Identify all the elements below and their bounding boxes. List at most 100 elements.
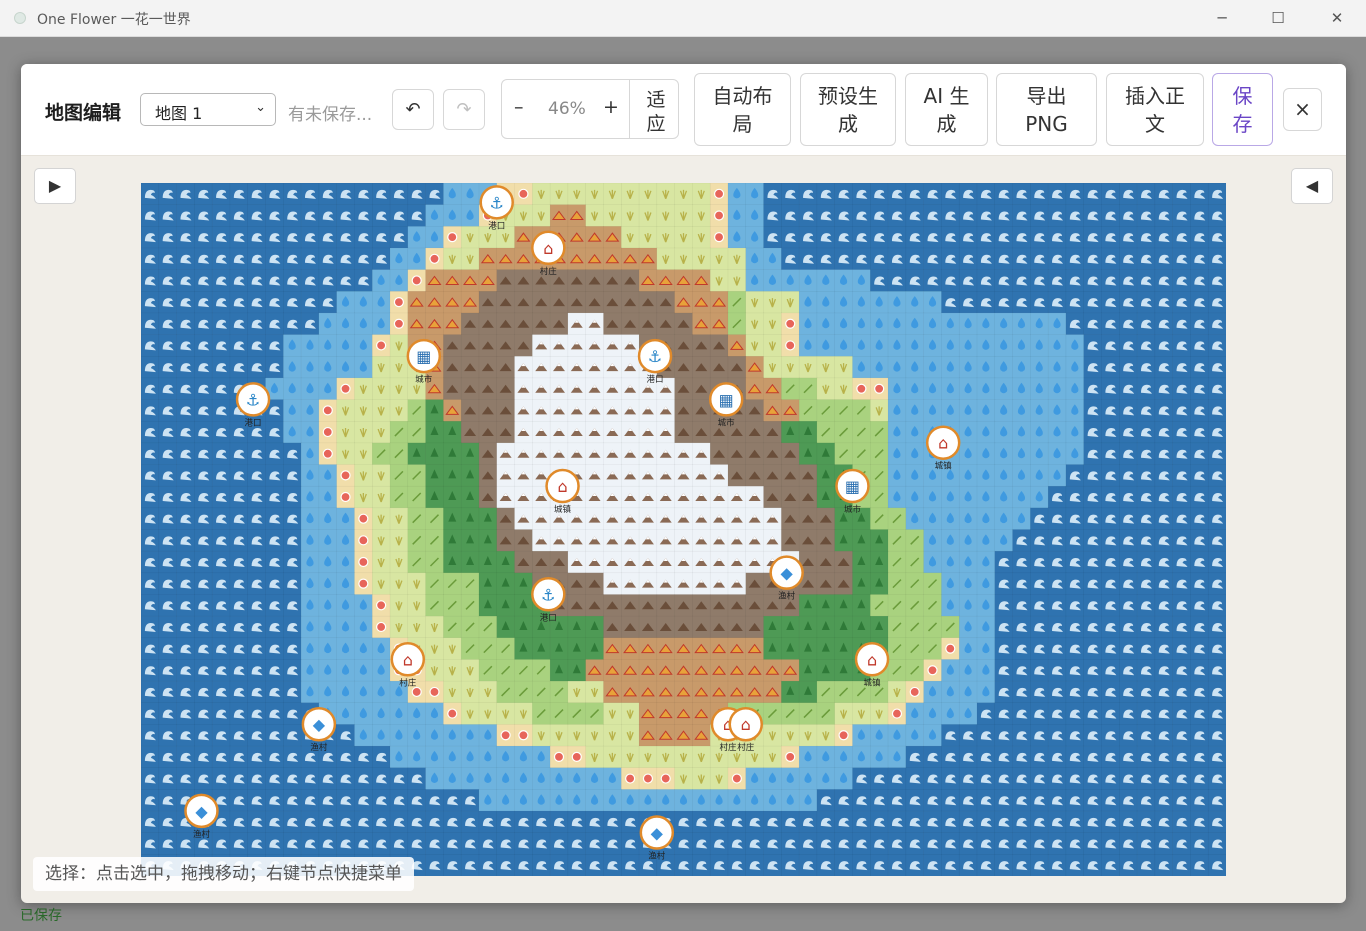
- wave-tile: [1119, 442, 1138, 466]
- hill-tile: [478, 247, 498, 271]
- wave-tile: [141, 507, 160, 531]
- wave-tile: [265, 247, 284, 271]
- droplet-tile: [958, 356, 978, 379]
- plain-tile: [834, 399, 854, 422]
- grass-tile: [674, 767, 693, 790]
- snow-mountain-tile: [603, 550, 622, 574]
- plain-tile: [460, 637, 480, 660]
- wave-tile: [265, 637, 284, 660]
- mountain-tile: [727, 356, 747, 379]
- wave-tile: [1190, 269, 1209, 292]
- close-window-icon[interactable]: ✕: [1323, 6, 1351, 30]
- wave-tile: [1101, 507, 1120, 531]
- fit-button[interactable]: 适应: [638, 88, 674, 136]
- wave-tile: [300, 269, 320, 292]
- tree-tile: [496, 594, 516, 617]
- wave-tile: [1172, 745, 1191, 769]
- insert-text-button[interactable]: 插入正文: [1106, 73, 1204, 146]
- tree-tile: [478, 594, 498, 617]
- wave-tile: [763, 183, 782, 206]
- left-panel-toggle[interactable]: ▶: [34, 168, 76, 204]
- wave-tile: [247, 745, 267, 769]
- minimize-icon[interactable]: ─: [1208, 6, 1236, 30]
- maximize-icon[interactable]: ☐: [1264, 6, 1292, 30]
- droplet-tile: [300, 550, 320, 574]
- zoom-out-button[interactable]: –: [514, 96, 524, 118]
- snow-mountain-tile: [567, 334, 587, 357]
- wave-tile: [1207, 572, 1226, 596]
- droplet-tile: [478, 724, 498, 747]
- ai-generate-button[interactable]: AI 生成: [905, 73, 988, 146]
- map-canvas[interactable]: ⚓港口⌂村庄▦城市⚓港口⚓港口▦城市⌂城镇⌂城镇▦城市◆渔村⚓港口⌂村庄⌂城镇◆…: [141, 183, 1226, 876]
- droplet-tile: [941, 659, 960, 682]
- snow-mountain-tile: [603, 572, 622, 596]
- droplet-tile: [976, 377, 996, 401]
- droplet-tile: [532, 789, 551, 812]
- droplet-tile: [567, 767, 587, 790]
- beach-tile: [425, 247, 444, 271]
- close-dialog-button[interactable]: ×: [1283, 88, 1322, 131]
- save-button[interactable]: 保存: [1212, 73, 1273, 146]
- plain-tile: [407, 507, 427, 531]
- tree-tile: [816, 615, 836, 639]
- droplet-tile: [1047, 442, 1067, 466]
- beach-tile: [638, 767, 658, 790]
- wave-tile: [958, 854, 978, 876]
- droplet-tile: [976, 550, 996, 574]
- mountain-tile: [638, 312, 658, 336]
- snow-mountain-tile: [656, 529, 676, 552]
- wave-tile: [1047, 247, 1067, 271]
- tree-tile: [852, 572, 871, 596]
- hill-tile: [460, 269, 480, 292]
- wave-tile: [300, 789, 320, 812]
- tree-tile: [443, 507, 462, 531]
- snow-mountain-tile: [620, 507, 640, 531]
- mountain-tile: [478, 442, 498, 466]
- wave-tile: [1172, 680, 1191, 704]
- grass-tile: [443, 659, 462, 682]
- wave-tile: [158, 247, 178, 271]
- droplet-tile: [318, 356, 338, 379]
- wave-tile: [300, 312, 320, 336]
- wave-tile: [1136, 724, 1156, 747]
- droplet-tile: [905, 485, 925, 509]
- snow-mountain-tile: [727, 485, 747, 509]
- zoom-in-button[interactable]: +: [603, 96, 619, 118]
- wave-tile: [300, 247, 320, 271]
- tree-tile: [514, 594, 533, 617]
- mountain-tile: [656, 594, 676, 617]
- hill-tile: [727, 334, 747, 357]
- wave-tile: [1083, 442, 1103, 466]
- wave-tile: [176, 377, 195, 401]
- auto-layout-button[interactable]: 自动布局: [694, 73, 791, 146]
- wave-tile: [1154, 183, 1174, 206]
- wave-tile: [1207, 550, 1226, 574]
- wave-tile: [425, 854, 444, 876]
- wave-tile: [141, 724, 160, 747]
- wave-tile: [1172, 485, 1191, 509]
- wave-tile: [229, 767, 249, 790]
- wave-tile: [283, 810, 302, 834]
- beach-icon: [642, 773, 654, 784]
- preset-generate-button[interactable]: 预设生成: [800, 73, 896, 146]
- wave-tile: [834, 789, 854, 812]
- mountain-tile: [443, 334, 462, 357]
- wave-tile: [1154, 594, 1174, 617]
- mountain-tile: [638, 291, 658, 314]
- wave-tile: [1154, 507, 1174, 531]
- export-png-button[interactable]: 导出 PNG: [996, 73, 1097, 146]
- droplet-tile: [958, 464, 978, 487]
- wave-tile: [141, 550, 160, 574]
- undo-button[interactable]: ↶: [392, 89, 434, 130]
- snow-mountain-tile: [709, 572, 729, 596]
- droplet-tile: [834, 291, 854, 314]
- wave-tile: [1065, 247, 1085, 271]
- wave-tile: [1065, 507, 1085, 531]
- hill-tile: [603, 637, 622, 660]
- map-select[interactable]: 地图 1 ⌄: [140, 93, 276, 126]
- right-panel-toggle[interactable]: ◀: [1291, 168, 1333, 204]
- grass-tile: [371, 377, 391, 401]
- redo-button[interactable]: ↷: [443, 89, 485, 130]
- droplet-tile: [852, 269, 871, 292]
- wave-tile: [1154, 464, 1174, 487]
